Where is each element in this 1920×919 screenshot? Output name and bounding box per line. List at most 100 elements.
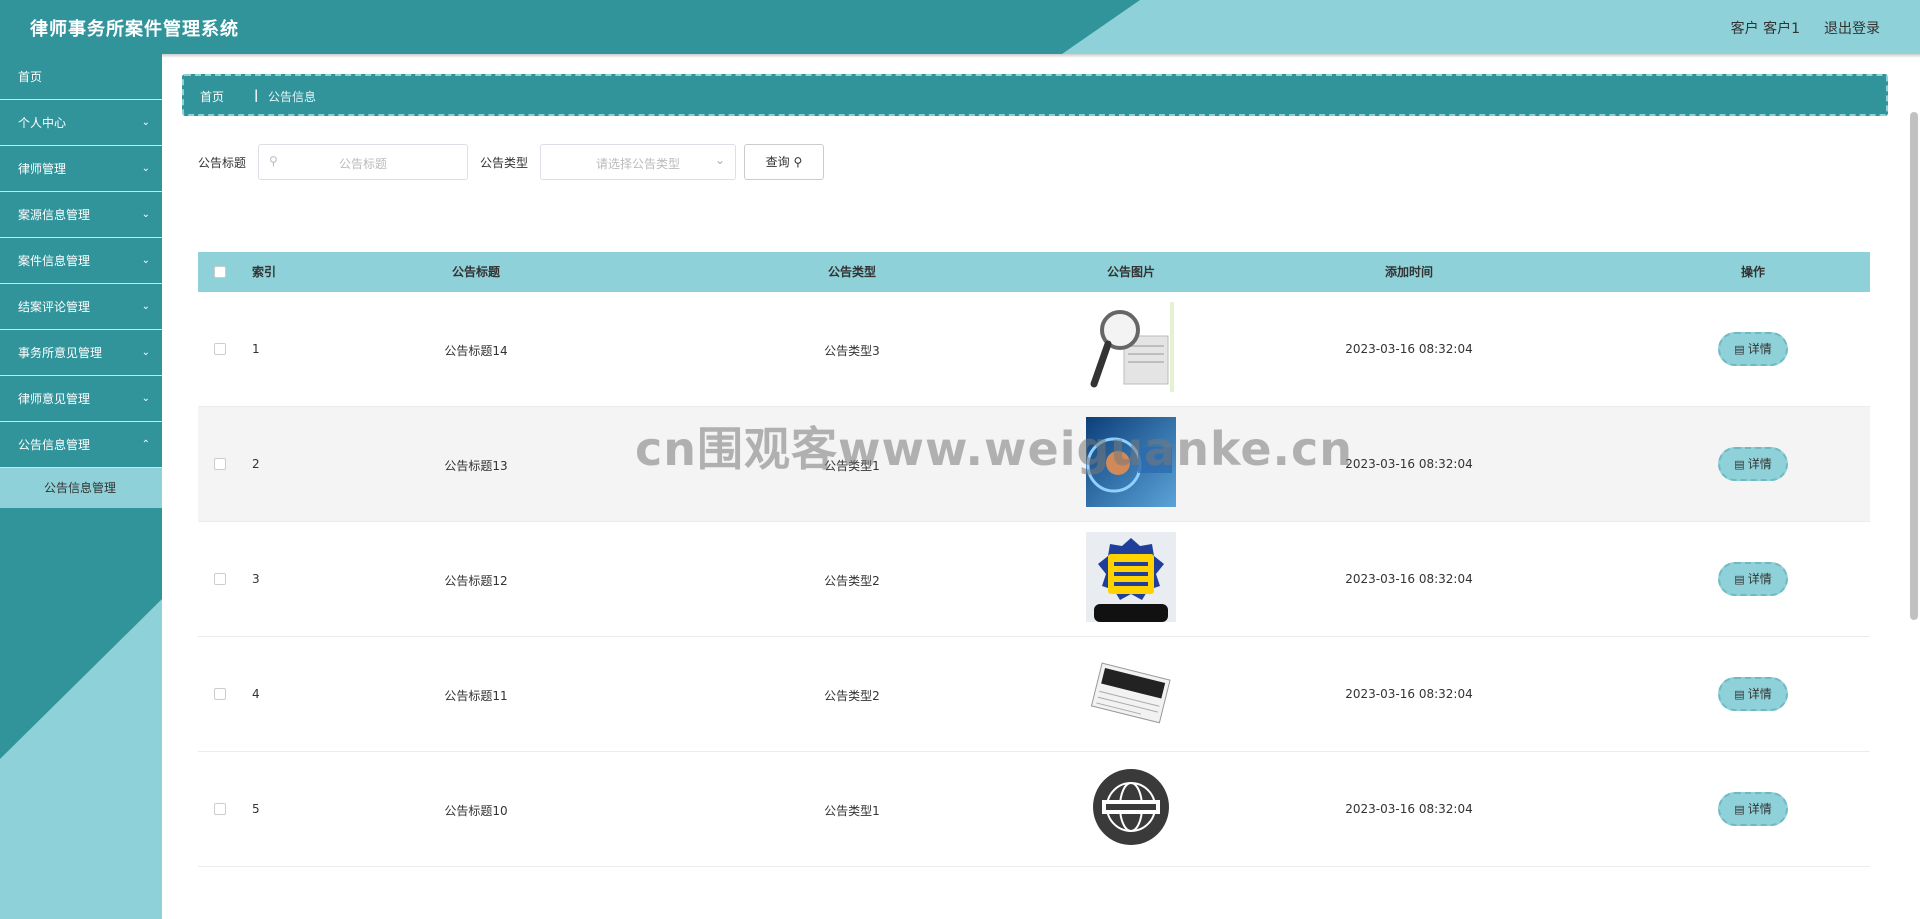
sidebar-item-personal-center[interactable]: 个人中心 ⌄ (0, 100, 162, 146)
column-header-type: 公告类型 (827, 265, 876, 279)
app-title: 律师事务所案件管理系统 (30, 19, 239, 40)
chevron-down-icon: ⌄ (141, 301, 150, 312)
current-user-label: 客户 客户1 (1730, 21, 1800, 37)
row-index: 4 (252, 687, 260, 701)
sidebar-item-label: 案件信息管理 (18, 254, 91, 268)
column-header-actions: 操作 (1740, 265, 1765, 279)
sidebar-item-label: 律师意见管理 (18, 392, 91, 406)
logout-link[interactable]: 退出登录 (1824, 18, 1880, 38)
detail-button[interactable]: ▤ 详情 (1718, 562, 1788, 596)
detail-button-label: 详情 (1747, 457, 1772, 471)
row-type: 公告类型3 (824, 344, 880, 358)
document-icon: ▤ (1734, 343, 1745, 356)
type-filter-label: 公告类型 (480, 156, 529, 170)
row-type: 公告类型1 (824, 804, 880, 818)
chevron-down-icon: ⌄ (141, 117, 150, 128)
query-button-label: 查询 (765, 155, 790, 169)
detail-button-label: 详情 (1747, 572, 1772, 586)
row-index: 2 (252, 457, 260, 471)
type-select[interactable]: 请选择公告类型 ⌄ (540, 144, 736, 180)
row-checkbox[interactable] (214, 458, 226, 470)
breadcrumb-separator: | (254, 88, 259, 102)
news-paper-image (1086, 647, 1176, 737)
chevron-down-icon: ⌄ (141, 209, 150, 220)
top-header: 律师事务所案件管理系统 客户 客户1 退出登录 (0, 0, 1920, 54)
document-icon: ▤ (1734, 573, 1745, 586)
select-all-checkbox[interactable] (214, 266, 226, 278)
detail-button[interactable]: ▤ 详情 (1718, 332, 1788, 366)
row-index: 5 (252, 802, 260, 816)
sidebar-item-lawyer-management[interactable]: 律师管理 ⌄ (0, 146, 162, 192)
row-index: 3 (252, 572, 260, 586)
sidebar-subitem-notice-management[interactable]: 公告信息管理 (0, 468, 162, 508)
sidebar-item-case-info-management[interactable]: 案件信息管理 ⌄ (0, 238, 162, 284)
news-magnifier-image (1086, 302, 1176, 392)
sidebar-item-label: 事务所意见管理 (18, 346, 103, 360)
breadcrumb-current: 公告信息 (268, 90, 317, 104)
column-header-image: 公告图片 (1106, 265, 1155, 279)
sidebar-item-label: 结案评论管理 (18, 300, 91, 314)
hot-news-badge-image (1086, 532, 1176, 622)
row-time: 2023-03-16 08:32:04 (1345, 802, 1473, 816)
row-checkbox[interactable] (214, 803, 226, 815)
detail-button-label: 详情 (1747, 687, 1772, 701)
table-header: 索引 公告标题 公告类型 公告图片 添加时间 操作 (198, 252, 1870, 292)
row-type: 公告类型2 (824, 574, 880, 588)
column-header-index: 索引 (252, 265, 277, 279)
detail-button-label: 详情 (1747, 802, 1772, 816)
breadcrumb: 首页 | 公告信息 (182, 74, 1888, 116)
row-checkbox[interactable] (214, 573, 226, 585)
detail-button[interactable]: ▤ 详情 (1718, 792, 1788, 826)
type-select-placeholder: 请选择公告类型 (595, 157, 680, 171)
chevron-up-icon: ⌃ (141, 439, 150, 450)
row-checkbox[interactable] (214, 343, 226, 355)
row-title: 公告标题14 (444, 344, 508, 358)
title-filter-label: 公告标题 (198, 156, 247, 170)
column-header-title: 公告标题 (451, 265, 500, 279)
notice-table: 索引 公告标题 公告类型 公告图片 添加时间 操作 1 公告标题14 公告类型3… (198, 252, 1870, 867)
vertical-scrollbar[interactable] (1910, 112, 1918, 620)
main-content: 首页 | 公告信息 公告标题 ⚲ 公告标题 公告类型 请选择公告类型 ⌄ 查询 … (162, 58, 1920, 919)
sidebar-item-lawyer-opinion-management[interactable]: 律师意见管理 ⌄ (0, 376, 162, 422)
row-index: 1 (252, 342, 260, 356)
chevron-down-icon: ⌄ (714, 153, 725, 167)
chevron-down-icon: ⌄ (141, 255, 150, 266)
news-globe-image (1086, 762, 1176, 852)
watermark-text: cn围观客www.weiguanke.cn (635, 422, 1354, 476)
row-title: 公告标题13 (444, 459, 508, 473)
chevron-down-icon: ⌄ (141, 163, 150, 174)
query-button[interactable]: 查询 ⚲ (744, 144, 824, 180)
table-row: 3 公告标题12 公告类型2 2023-03-16 08:32:04 ▤ 详情 (198, 522, 1870, 637)
sidebar-item-case-review-management[interactable]: 结案评论管理 ⌄ (0, 284, 162, 330)
detail-button[interactable]: ▤ 详情 (1718, 677, 1788, 711)
sidebar-decoration (0, 599, 162, 919)
sidebar-item-case-source-management[interactable]: 案源信息管理 ⌄ (0, 192, 162, 238)
sidebar-item-label: 个人中心 (18, 116, 67, 130)
row-time: 2023-03-16 08:32:04 (1345, 572, 1473, 586)
row-title: 公告标题10 (444, 804, 508, 818)
table-row: 1 公告标题14 公告类型3 2023-03-16 08:32:04 ▤ 详情 (198, 292, 1870, 407)
table-row: 5 公告标题10 公告类型1 2023-03-16 08:32:04 ▤ 详情 (198, 752, 1870, 867)
row-time: 2023-03-16 08:32:04 (1345, 687, 1473, 701)
title-search-input[interactable]: ⚲ 公告标题 (258, 144, 468, 180)
row-title: 公告标题11 (444, 689, 508, 703)
sidebar-item-notice-management[interactable]: 公告信息管理 ⌃ (0, 422, 162, 468)
document-icon: ▤ (1734, 688, 1745, 701)
row-time: 2023-03-16 08:32:04 (1345, 342, 1473, 356)
breadcrumb-home-link[interactable]: 首页 (200, 88, 224, 105)
chevron-down-icon: ⌄ (141, 393, 150, 404)
sidebar: 首页 个人中心 ⌄ 律师管理 ⌄ 案源信息管理 ⌄ 案件信息管理 ⌄ 结案评论管理 ⌄ 事… (0, 54, 162, 919)
sidebar-item-home[interactable]: 首页 (0, 54, 162, 100)
detail-button-label: 详情 (1747, 342, 1772, 356)
document-icon: ▤ (1734, 803, 1745, 816)
sidebar-item-label: 案源信息管理 (18, 208, 91, 222)
column-header-time: 添加时间 (1384, 265, 1433, 279)
search-icon: ⚲ (793, 155, 803, 169)
detail-button[interactable]: ▤ 详情 (1718, 447, 1788, 481)
title-search-placeholder: 公告标题 (338, 157, 387, 171)
document-icon: ▤ (1734, 458, 1745, 471)
row-checkbox[interactable] (214, 688, 226, 700)
sidebar-item-label: 首页 (18, 70, 43, 84)
sidebar-item-firm-opinion-management[interactable]: 事务所意见管理 ⌄ (0, 330, 162, 376)
sidebar-item-label: 公告信息管理 (18, 438, 91, 452)
